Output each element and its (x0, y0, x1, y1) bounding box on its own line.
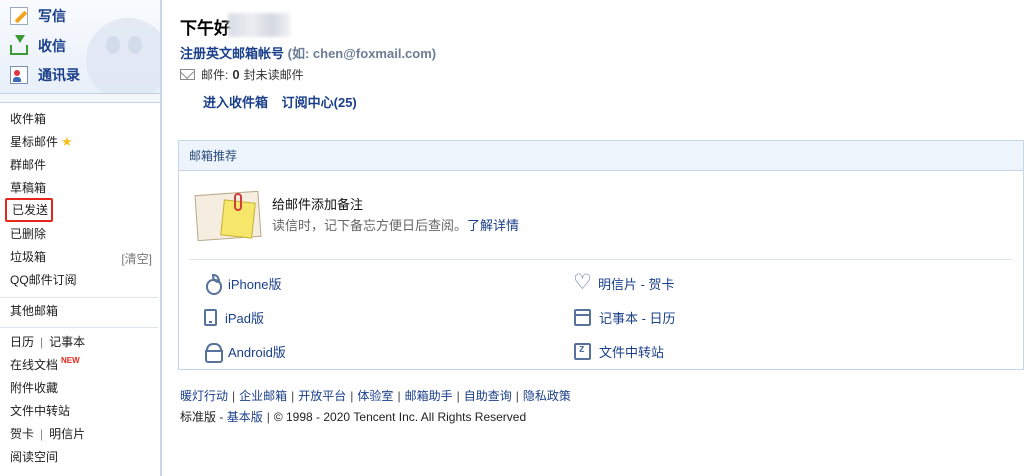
android-app-link[interactable]: Android版 (204, 341, 286, 363)
register-label: 注册英文邮箱帐号 (180, 46, 285, 61)
file-transfer-app-link[interactable]: 文件中转站 (574, 341, 664, 361)
tip-title: 给邮件添加备注 (272, 197, 364, 212)
android-label: Android版 (228, 344, 286, 360)
sidebar-actions: 写信 收信 通讯录 (0, 0, 160, 94)
contacts-icon (10, 66, 28, 84)
envelope-icon (180, 69, 195, 80)
receive-button[interactable]: 收信 (10, 35, 66, 57)
new-badge: NEW (61, 356, 80, 365)
folder-starred[interactable]: 星标邮件 ★ (10, 132, 73, 152)
subscription-center-link[interactable]: 订阅中心(25) (282, 95, 357, 110)
file-transfer-link[interactable]: 文件中转站 (10, 401, 70, 421)
qq-penguin-watermark-icon (86, 18, 160, 93)
footer-link[interactable]: 邮箱助手 (405, 389, 453, 403)
write-label: 写信 (38, 8, 66, 24)
enter-inbox-link[interactable]: 进入收件箱 (203, 95, 268, 110)
receive-label: 收信 (38, 38, 66, 54)
mail-status-suffix: 封未读邮件 (243, 68, 304, 82)
folder-group[interactable]: 群邮件 (10, 155, 46, 175)
apple-icon (204, 274, 222, 295)
folder-list: 收件箱 星标邮件 ★ 群邮件 草稿箱 已发送 已删除 垃圾箱 [清空] QQ邮件订… (0, 102, 160, 476)
greeting-card-link[interactable]: 贺卡 (10, 427, 34, 441)
heart-icon (573, 270, 592, 295)
footer-link[interactable]: 暖灯行动 (180, 389, 228, 403)
sidebar: 写信 收信 通讯录 收件箱 星标邮件 ★ 群邮件 草稿箱 已发送 已删除 垃圾箱 … (0, 0, 162, 476)
footer-link[interactable]: 隐私政策 (523, 389, 571, 403)
quick-links: 进入收件箱 订阅中心(25) (203, 92, 367, 111)
recommend-title: 邮箱推荐 (179, 141, 1023, 171)
folder-trash[interactable]: 垃圾箱 (10, 247, 46, 267)
divider (0, 297, 158, 298)
folder-starred-label: 星标邮件 (10, 135, 59, 149)
greeting-text: 下午好 (180, 19, 231, 38)
folder-deleted[interactable]: 已删除 (10, 224, 46, 244)
tip-description: 读信时，记下备忘方便日后查阅。了解详情 (272, 215, 519, 234)
file-transfer-icon (574, 342, 591, 360)
tools-row-calendar: 日历 | 记事本 (10, 332, 85, 352)
folder-qq-subscription[interactable]: QQ邮件订阅 (10, 270, 77, 290)
contacts-label: 通讯录 (38, 67, 80, 83)
footer-link[interactable]: 企业邮箱 (239, 389, 287, 403)
iphone-app-link[interactable]: iPhone版 (204, 273, 282, 295)
tip-desc-text: 读信时，记下备忘方便日后查阅。 (272, 218, 468, 233)
mail-status: 邮件: 0 封未读邮件 (180, 66, 304, 83)
receive-icon (10, 35, 28, 55)
footer-version: 标准版 - 基本版 | © 1998 - 2020 Tencent Inc. All… (180, 410, 527, 424)
calendar-link[interactable]: 日历 (10, 335, 34, 349)
qq-mail-home: 写信 收信 通讯录 收件箱 星标邮件 ★ 群邮件 草稿箱 已发送 已删除 垃圾箱 … (0, 0, 1025, 476)
mail-status-prefix: 邮件: (201, 68, 229, 82)
folder-sent[interactable]: 已发送 (5, 198, 53, 222)
standard-version: 标准版 (180, 410, 217, 424)
notebook-link[interactable]: 记事本 (49, 335, 85, 349)
postcard-label: 明信片 - 贺卡 (598, 276, 675, 292)
star-icon: ★ (61, 134, 73, 149)
footer-link[interactable]: 自助查询 (464, 389, 512, 403)
iphone-label: iPhone版 (228, 276, 282, 292)
learn-more-link[interactable]: 了解详情 (467, 218, 519, 233)
reading-space-link[interactable]: 阅读空间 (10, 447, 58, 467)
mail-note-icon (194, 187, 262, 243)
blurred-username (228, 13, 290, 37)
basic-version-link[interactable]: 基本版 (227, 410, 263, 424)
ipad-app-link[interactable]: iPad版 (204, 307, 264, 327)
other-mailboxes[interactable]: 其他邮箱 (10, 301, 58, 321)
compose-icon (10, 7, 28, 25)
contacts-button[interactable]: 通讯录 (10, 64, 80, 86)
register-hint: (如: chen@foxmail.com) (287, 46, 437, 61)
postcard-link[interactable]: 明信片 (49, 427, 85, 441)
android-icon (204, 342, 223, 363)
write-button[interactable]: 写信 (10, 5, 66, 27)
notebook-label: 记事本 - 日历 (599, 310, 676, 326)
separator: | (40, 335, 44, 349)
folder-inbox[interactable]: 收件箱 (10, 109, 46, 129)
calendar-icon (574, 308, 591, 326)
transfer-label: 文件中转站 (599, 344, 665, 360)
tablet-icon (204, 308, 217, 326)
footer-links: 暖灯行动 | 企业邮箱 | 开放平台 | 体验室 | 邮箱助手 | 自助查询 | 隐私政策 (180, 389, 571, 403)
tools-row-cards: 贺卡 | 明信片 (10, 424, 85, 444)
unread-count: 0 (232, 67, 240, 82)
divider (189, 259, 1013, 260)
attachments-link[interactable]: 附件收藏 (10, 378, 58, 398)
separator: | (40, 427, 44, 441)
ipad-label: iPad版 (225, 310, 265, 326)
notebook-calendar-link[interactable]: 记事本 - 日历 (574, 307, 676, 327)
trash-clear-link[interactable]: [清空] (121, 249, 152, 269)
folder-drafts[interactable]: 草稿箱 (10, 178, 46, 198)
copyright: © 1998 - 2020 Tencent Inc. All Rights Re… (273, 410, 527, 424)
register-english-account[interactable]: 注册英文邮箱帐号 (如: chen@foxmail.com) (180, 43, 436, 62)
recommend-panel: 邮箱推荐 给邮件添加备注 读信时，记下备忘方便日后查阅。了解详情 iPhone版… (178, 140, 1024, 370)
divider (0, 327, 158, 328)
postcard-link[interactable]: 明信片 - 贺卡 (573, 270, 675, 295)
online-docs-label: 在线文档 (10, 358, 59, 372)
online-docs-link[interactable]: 在线文档 NEW (10, 355, 80, 375)
footer-link[interactable]: 开放平台 (298, 389, 346, 403)
footer-link[interactable]: 体验室 (357, 389, 393, 403)
